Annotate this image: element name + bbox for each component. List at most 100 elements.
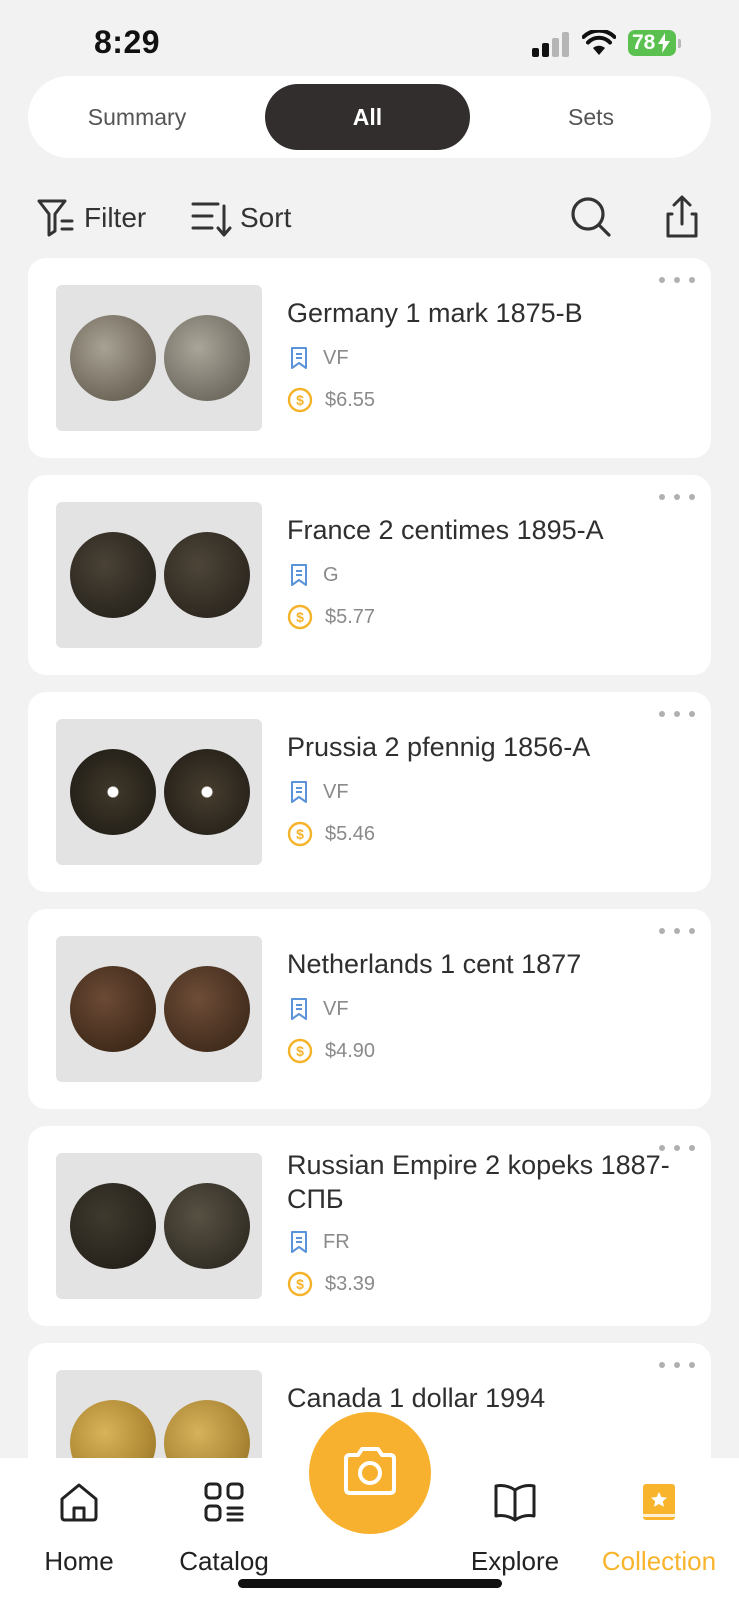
search-icon [571,197,611,237]
sort-button[interactable]: Sort [190,192,291,244]
share-button[interactable] [656,192,708,244]
coin-thumbnail [56,502,262,648]
coin-reverse-image [164,1183,250,1269]
coin-reverse-image [164,1400,250,1463]
coin-price: $4.90 [325,1039,376,1062]
nav-explore-label: Explore [470,1546,560,1576]
camera-scan-button[interactable] [309,1412,431,1534]
nav-home[interactable]: Home [9,1458,149,1578]
coin-obverse-image [70,315,156,401]
coin-reverse-image [164,749,250,835]
price-row: $ $3.39 [287,1270,375,1298]
grade-row: FR [287,1228,350,1256]
nav-catalog[interactable]: Catalog [154,1458,294,1578]
bookmark-icon [291,998,307,1020]
coin-card[interactable]: Netherlands 1 cent 1877 VF $ $4.90 [28,909,711,1109]
grade-row: G [287,561,339,589]
coin-card[interactable]: Prussia 2 pfennig 1856-A VF $ $5.46 [28,692,711,892]
more-options-button[interactable] [659,1353,695,1377]
sort-icon [191,202,232,237]
coin-price: $5.46 [325,822,376,845]
coin-thumbnail [56,1370,262,1463]
dollar-coin-icon: $ [287,1271,313,1297]
svg-text:$: $ [296,1276,304,1292]
coin-title: Prussia 2 pfennig 1856-A [287,732,591,762]
more-options-button[interactable] [659,268,695,292]
coin-price: $3.39 [325,1272,376,1295]
share-icon [666,195,698,238]
home-indicator [238,1579,502,1588]
coin-card[interactable]: Germany 1 mark 1875-B VF $ $6.55 [28,258,711,458]
catalog-grid-icon [204,1482,244,1522]
coin-grade: FR [323,1230,350,1253]
coin-obverse-image [70,1400,156,1463]
coin-title: Canada 1 dollar 1994 [287,1383,546,1413]
coin-obverse-image [70,749,156,835]
filter-icon [37,199,74,237]
more-options-button[interactable] [659,702,695,726]
camera-icon [344,1447,396,1495]
dollar-coin-icon: $ [287,604,313,630]
grade-row: VF [287,778,349,806]
dollar-coin-icon: $ [287,387,313,413]
coin-grade: VF [323,346,349,369]
dollar-coin-icon: $ [287,821,313,847]
svg-text:$: $ [296,392,304,408]
coin-grade: G [323,563,339,586]
view-tabs: Summary All Sets [28,76,711,158]
charging-bolt-icon [658,33,670,53]
nav-catalog-label: Catalog [179,1546,269,1576]
tab-summary[interactable]: Summary [44,84,230,150]
coin-title: France 2 centimes 1895-A [287,515,604,545]
coin-reverse-image [164,315,250,401]
coin-thumbnail [56,936,262,1082]
dollar-coin-icon: $ [287,1038,313,1064]
home-icon [60,1483,98,1522]
svg-text:$: $ [296,826,304,842]
cellular-signal-icon [532,31,572,57]
coin-title: Germany 1 mark 1875-B [287,298,583,328]
coin-reverse-image [164,966,250,1052]
nav-home-label: Home [44,1546,114,1576]
coin-card[interactable]: Russian Empire 2 kopeks 1887-СПБ FR $ $3… [28,1126,711,1326]
sort-label: Sort [240,202,292,233]
coin-thumbnail [56,1153,262,1299]
filter-button[interactable]: Filter [36,192,146,244]
coin-price: $5.77 [325,605,376,628]
bookmark-icon [291,347,307,369]
price-row: $ $6.55 [287,386,375,414]
svg-text:$: $ [296,609,304,625]
nav-explore[interactable]: Explore [445,1458,585,1578]
more-options-button[interactable] [659,485,695,509]
price-row: $ $4.90 [287,1037,375,1065]
coin-obverse-image [70,966,156,1052]
svg-text:$: $ [296,1043,304,1059]
battery-level: 78 [632,31,656,54]
coin-price: $6.55 [325,388,376,411]
coin-reverse-image [164,532,250,618]
coin-title: Netherlands 1 cent 1877 [287,949,582,979]
nav-collection-label: Collection [601,1546,717,1576]
coin-obverse-image [70,532,156,618]
battery-icon: 78 [628,30,681,56]
coin-card[interactable]: France 2 centimes 1895-A G $ $5.77 [28,475,711,675]
bookmark-icon [291,781,307,803]
status-bar: 8:29 78 [0,0,739,80]
filter-label: Filter [84,202,147,233]
grade-row: VF [287,344,349,372]
search-button[interactable] [566,192,618,244]
collection-book-icon [643,1484,675,1520]
price-row: $ $5.77 [287,603,375,631]
coin-obverse-image [70,1183,156,1269]
more-options-button[interactable] [659,919,695,943]
coin-thumbnail [56,285,262,431]
coin-grade: VF [323,780,349,803]
bookmark-icon [291,1231,307,1253]
tab-all[interactable]: All [265,84,470,150]
wifi-icon [582,30,616,55]
price-row: $ $5.46 [287,820,375,848]
grade-row: VF [287,995,349,1023]
nav-collection[interactable]: Collection [589,1458,729,1578]
tab-sets[interactable]: Sets [498,84,684,150]
coin-title: Russian Empire 2 kopeks 1887-СПБ [287,1150,670,1214]
